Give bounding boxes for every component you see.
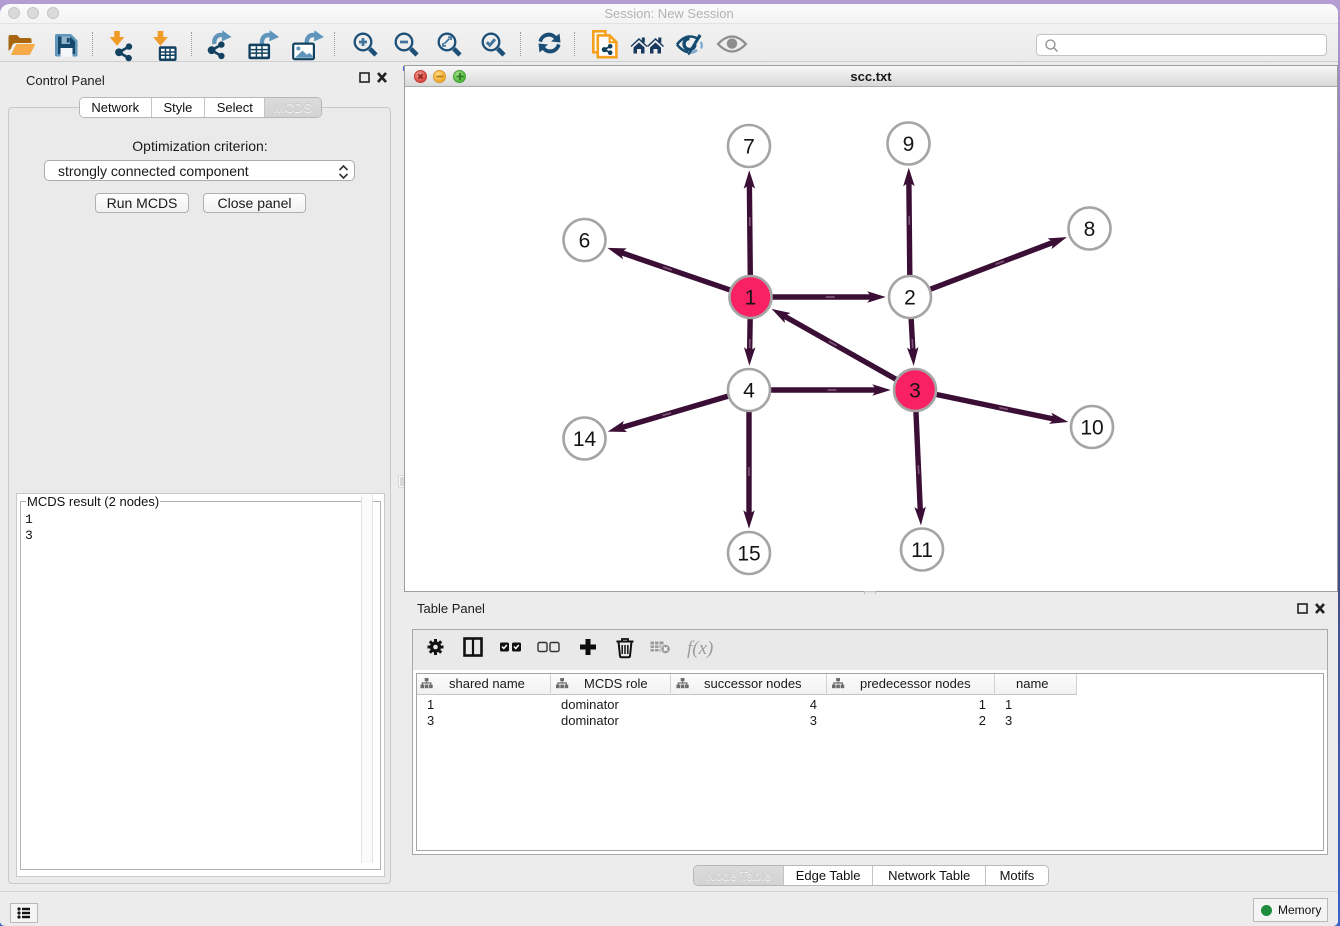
svg-text:6: 6 (579, 230, 591, 253)
svg-text:2: 2 (904, 287, 916, 310)
svg-text:1: 1 (745, 287, 757, 310)
svg-text:10: 10 (1080, 417, 1103, 440)
svg-text:4: 4 (743, 380, 755, 403)
svg-text:9: 9 (903, 133, 915, 156)
svg-text:14: 14 (573, 428, 597, 451)
svg-text:3: 3 (909, 380, 921, 403)
svg-text:f(x): f(x) (687, 638, 713, 659)
svg-text:8: 8 (1084, 218, 1096, 241)
svg-text:7: 7 (743, 136, 755, 159)
svg-text:11: 11 (911, 539, 933, 562)
svg-text:15: 15 (737, 543, 760, 566)
